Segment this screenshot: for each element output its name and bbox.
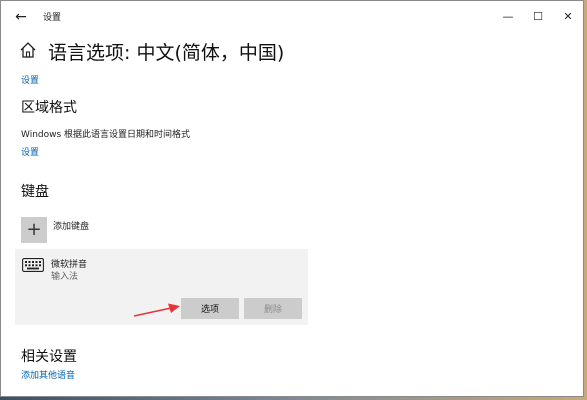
home-icon[interactable] — [19, 41, 37, 59]
delete-button[interactable]: 删除 — [244, 298, 302, 319]
keyboard-heading: 键盘 — [21, 184, 49, 200]
add-keyboard-label[interactable]: 添加键盘 — [53, 219, 89, 232]
page-title: 语言选项: 中文(简体，中国) — [48, 42, 285, 64]
maximize-icon: ☐ — [533, 10, 543, 23]
settings-window: ← 设置 — ☐ ✕ 语言选项: 中文(简体，中国) 设置 区域格式 Windo… — [0, 0, 584, 397]
back-button[interactable]: ← — [1, 1, 41, 32]
maximize-button[interactable]: ☐ — [523, 1, 553, 32]
region-settings-link[interactable]: 设置 — [21, 145, 39, 158]
options-button[interactable]: 选项 — [181, 298, 239, 319]
close-button[interactable]: ✕ — [553, 1, 583, 32]
window-controls: — ☐ ✕ — [493, 1, 583, 32]
minimize-button[interactable]: — — [493, 1, 523, 32]
window-title: 设置 — [43, 13, 62, 23]
related-settings-heading: 相关设置 — [21, 349, 77, 365]
add-other-voice-link[interactable]: 添加其他语音 — [21, 368, 75, 381]
keyboard-icon — [22, 258, 44, 272]
top-settings-link[interactable]: 设置 — [21, 73, 39, 86]
close-icon: ✕ — [563, 10, 573, 23]
back-arrow-icon: ← — [15, 8, 27, 25]
plus-icon: + — [26, 219, 42, 240]
add-keyboard-button[interactable]: + — [21, 217, 47, 243]
title-bar: ← 设置 — ☐ ✕ — [1, 1, 583, 32]
region-format-description: Windows 根据此语言设置日期和时间格式 — [21, 130, 191, 140]
red-arrow-icon — [133, 303, 180, 317]
minimize-icon: — — [502, 10, 514, 23]
keyboard-item-type: 输入法 — [51, 272, 79, 282]
region-format-heading: 区域格式 — [21, 100, 77, 116]
